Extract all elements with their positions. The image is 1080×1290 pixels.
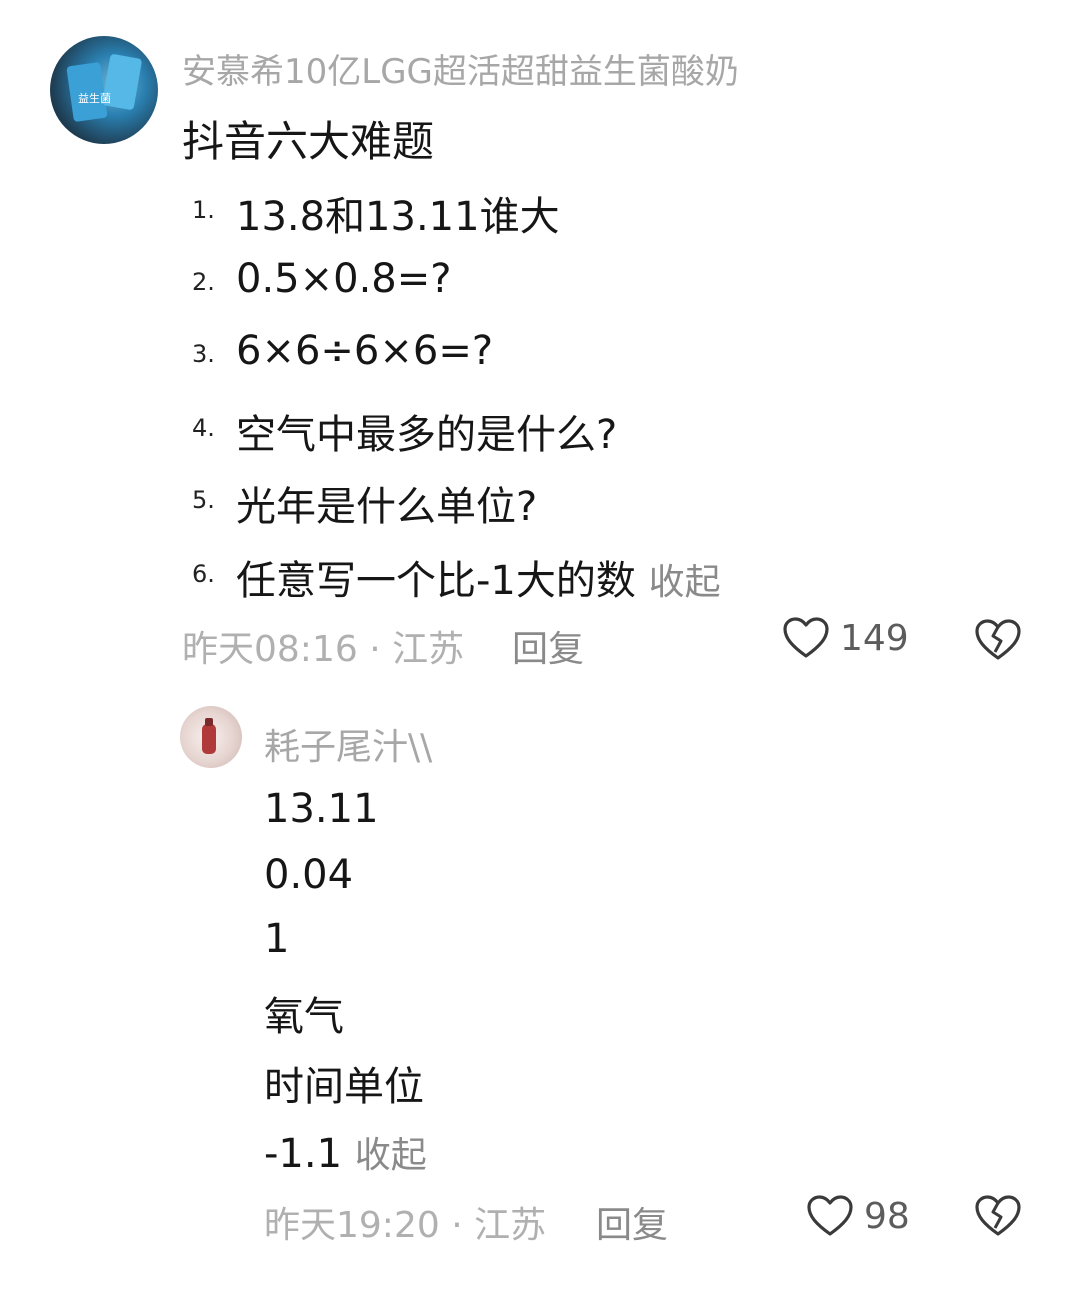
- like-count: 149: [840, 617, 909, 659]
- reply-button[interactable]: 回复: [596, 1196, 668, 1248]
- answer-line: -1.1 收起: [264, 1126, 427, 1178]
- avatar[interactable]: 益生菌: [50, 36, 158, 144]
- comment-timestamp-location: 昨天08:16 · 江苏: [182, 629, 465, 670]
- list-text: 6×6÷6×6=?: [236, 328, 494, 374]
- list-number: 2.: [192, 268, 215, 296]
- reply-button[interactable]: 回复: [512, 620, 584, 672]
- svg-text:益生菌: 益生菌: [78, 91, 111, 105]
- list-text-content: 任意写一个比-1大的数: [236, 558, 636, 604]
- username[interactable]: 安慕希10亿LGG超活超甜益生菌酸奶: [182, 44, 739, 93]
- avatar[interactable]: [180, 706, 242, 768]
- username[interactable]: 耗子尾汁\\: [264, 718, 432, 770]
- answer-line: 13.11: [264, 786, 379, 832]
- comment-title: 抖音六大难题: [182, 117, 435, 166]
- list-text: 任意写一个比-1大的数 收起: [236, 548, 721, 606]
- list-text: 13.8和13.11谁大: [236, 194, 560, 240]
- list-number: 4.: [192, 414, 215, 442]
- list-number: 3.: [192, 340, 215, 368]
- dislike-button[interactable]: [974, 1194, 1022, 1242]
- avatar-image: [202, 718, 216, 754]
- heart-icon: [783, 617, 829, 658]
- list-number: 1.: [192, 196, 215, 224]
- answer-line: 0.04: [264, 852, 354, 898]
- list-text: 空气中最多的是什么?: [236, 412, 618, 458]
- answer-line: 氧气: [264, 994, 344, 1040]
- yogurt-product-image: 益生菌: [66, 54, 142, 122]
- collapse-link[interactable]: 收起: [649, 562, 721, 603]
- like-button[interactable]: 98: [806, 1194, 910, 1238]
- comment-timestamp-location: 昨天19:20 · 江苏: [264, 1205, 547, 1246]
- broken-heart-icon: [975, 619, 1021, 660]
- list-text: 光年是什么单位?: [236, 484, 538, 530]
- collapse-link[interactable]: 收起: [355, 1135, 427, 1176]
- answer-line: 1: [264, 916, 290, 962]
- broken-heart-icon: [975, 1195, 1021, 1236]
- answer-text: -1.1: [264, 1131, 343, 1177]
- like-count: 98: [864, 1195, 910, 1237]
- list-number: 5.: [192, 486, 215, 514]
- list-number: 6.: [192, 560, 215, 588]
- like-button[interactable]: 149: [782, 616, 909, 660]
- heart-icon: [807, 1195, 853, 1236]
- list-text: 0.5×0.8=?: [236, 256, 452, 302]
- dislike-button[interactable]: [974, 618, 1022, 666]
- answer-line: 时间单位: [264, 1064, 424, 1110]
